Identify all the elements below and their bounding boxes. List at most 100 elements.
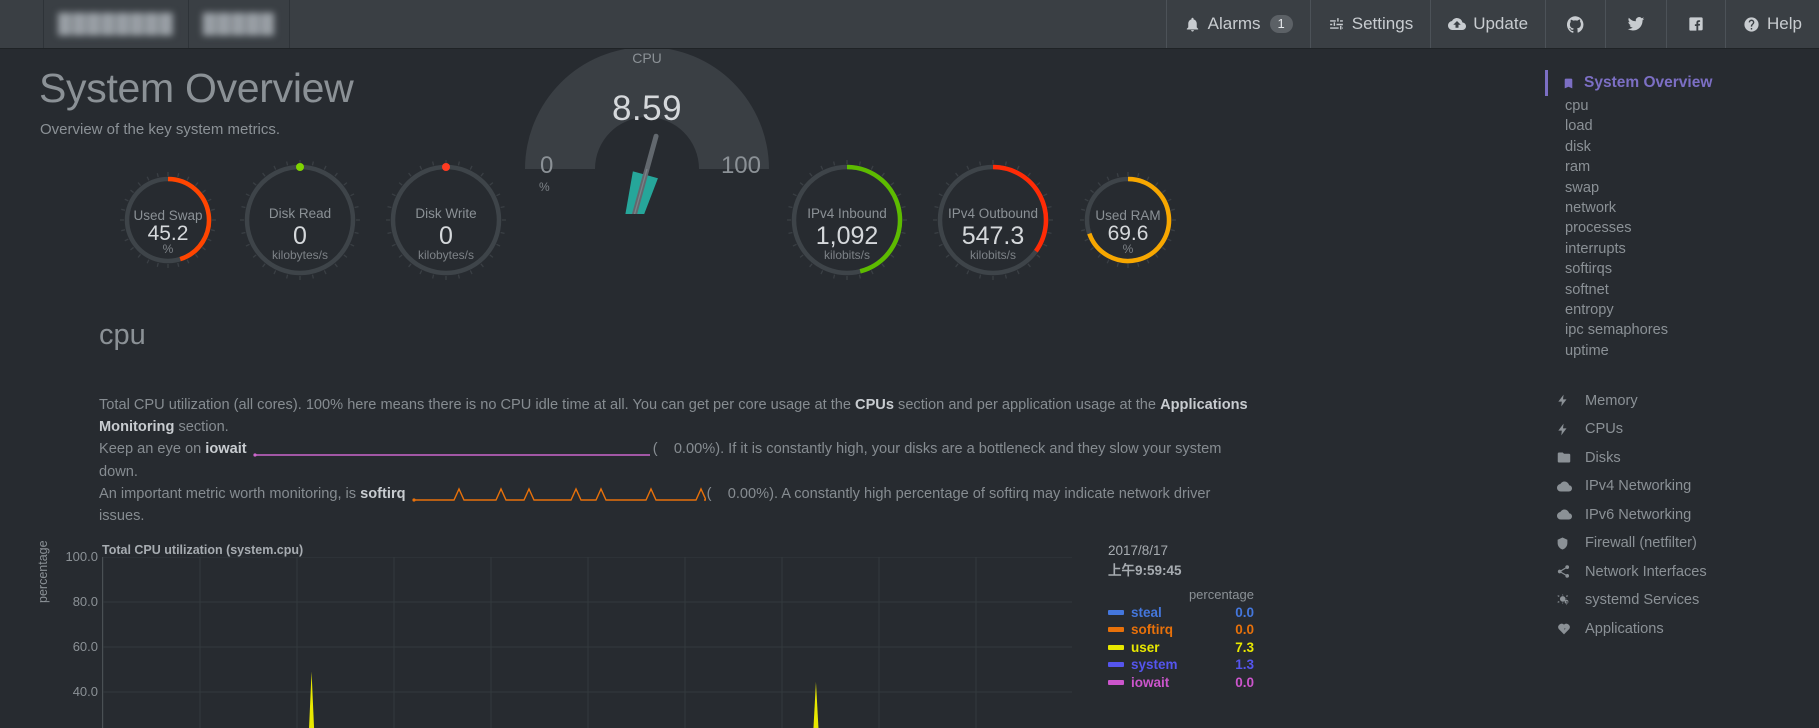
cpu-heading: cpu	[99, 319, 146, 351]
legend-row[interactable]: user 7.3	[1108, 640, 1254, 655]
legend-row[interactable]: iowait 0.0	[1108, 675, 1254, 690]
alarms-count-badge: 1	[1269, 14, 1293, 34]
cpu-gauge-min: 0	[540, 152, 554, 179]
legend-row[interactable]: system 1.3	[1108, 657, 1254, 672]
cpus-link[interactable]: CPUs	[855, 397, 894, 413]
legend-date: 2017/8/17	[1108, 543, 1169, 558]
gauge-ipv4-inbound[interactable]: IPv4 Inbound 1,092 kilobits/s	[787, 160, 907, 280]
sidebar-item-swap[interactable]: swap	[1565, 178, 1819, 198]
nav-secondary-redacted[interactable]: █████	[189, 0, 291, 48]
gauge-label: IPv4 Inbound	[807, 205, 887, 221]
nav-alarms-button[interactable]: Alarms 1	[1165, 0, 1310, 48]
right-sidebar: System Overview cpu load disk ram swap networ…	[1520, 49, 1819, 728]
sidebar-item-applications[interactable]: Applications	[1556, 614, 1819, 643]
bolt-icon	[1556, 422, 1574, 437]
nav-update-label: Update	[1473, 14, 1529, 33]
iowait-value: 0.00%	[673, 441, 716, 458]
cpu-description: Total CPU utilization (all cores). 100% …	[99, 394, 1263, 527]
shield-icon	[1556, 536, 1574, 551]
sidebar-item-disk[interactable]: disk	[1565, 137, 1819, 157]
cloud-icon	[1556, 479, 1574, 494]
nav-help-label: Help	[1767, 14, 1802, 33]
sidebar-item-ipc-semaphores[interactable]: ipc semaphores	[1565, 320, 1819, 340]
top-navigation-bar: ████████ █████ Alarms 1 Settings Update	[0, 0, 1819, 49]
legend-row[interactable]: softirq 0.0	[1108, 622, 1254, 637]
chart-y-tick: 40.0	[72, 684, 98, 699]
page-subtitle: Overview of the key system metrics.	[40, 121, 281, 138]
gauge-used-swap[interactable]: Used Swap 45.2%	[120, 172, 216, 268]
gauge-status-dot	[442, 163, 450, 171]
chart-y-ticks: 100.0 80.0 60.0 40.0	[13, 543, 98, 728]
nav-alarms-label: Alarms	[1207, 14, 1261, 33]
sidebar-item-cpus[interactable]: CPUs	[1556, 415, 1819, 444]
nav-hostname-redacted[interactable]: ████████	[43, 0, 189, 48]
nav-help-button[interactable]: Help	[1725, 0, 1819, 48]
nav-settings-button[interactable]: Settings	[1309, 0, 1430, 48]
legend-unit-header: percentage	[1188, 587, 1254, 602]
bell-icon	[1184, 16, 1201, 33]
legend-series-name: iowait	[1131, 674, 1170, 690]
softirq-desc-part2: ). A constantly high percentage of softi…	[769, 485, 1211, 502]
sidebar-section-label: Disks	[1585, 449, 1621, 466]
sidebar-section-label: IPv6 Networking	[1585, 506, 1692, 523]
cloud-download-icon	[1448, 15, 1467, 33]
cpu-chart[interactable]: Total CPU utilization (system.cpu) perce…	[0, 540, 1520, 728]
nav-right-group: Alarms 1 Settings Update Help	[1165, 0, 1819, 48]
gauge-unit: kilobytes/s	[417, 247, 475, 262]
iowait-desc-part1: Keep an eye on	[99, 441, 206, 458]
legend-series-value: 0.0	[1235, 674, 1254, 690]
sidebar-sections: Memory CPUs Disks IPv4 Networking IPv6 Netwo…	[1520, 386, 1819, 643]
sidebar-item-processes[interactable]: processes	[1565, 218, 1819, 238]
gauge-disk-read[interactable]: Disk Read 0 kilobytes/s	[240, 160, 360, 280]
nav-github-link[interactable]	[1545, 0, 1605, 48]
legend-row[interactable]: steal 0.0	[1108, 605, 1254, 620]
sidebar-item-disks[interactable]: Disks	[1556, 443, 1819, 472]
nav-facebook-link[interactable]	[1666, 0, 1725, 48]
sidebar-item-ipv4-networking[interactable]: IPv4 Networking	[1556, 472, 1819, 501]
cpu-desc-part1: Total CPU utilization (all cores). 100% …	[99, 397, 856, 413]
sidebar-item-load[interactable]: load	[1565, 116, 1819, 136]
sidebar-section-label: systemd Services	[1585, 592, 1700, 609]
sidebar-item-system-overview[interactable]: System Overview	[1545, 70, 1819, 96]
sidebar-section-label: Firewall (netfilter)	[1585, 535, 1697, 552]
sidebar-item-network[interactable]: network	[1565, 198, 1819, 218]
sidebar-item-memory[interactable]: Memory	[1556, 386, 1819, 415]
sidebar-item-ipv6-networking[interactable]: IPv6 Networking	[1556, 500, 1819, 529]
sidebar-item-softirqs[interactable]: softirqs	[1565, 259, 1819, 279]
sidebar-item-firewall-netfilter[interactable]: Firewall (netfilter)	[1556, 529, 1819, 558]
sidebar-item-network-interfaces[interactable]: Network Interfaces	[1556, 557, 1819, 586]
sliders-icon	[1328, 16, 1345, 33]
sidebar-item-uptime[interactable]: uptime	[1565, 341, 1819, 361]
bookmark-icon	[1562, 76, 1575, 91]
sidebar-item-cpu[interactable]: cpu	[1565, 96, 1819, 116]
cpu-desc-part4: issues.	[99, 508, 145, 525]
cpu-gauge[interactable]: CPU 8.59 0 100 %	[512, 47, 782, 326]
gauge-disk-write[interactable]: Disk Write 0 kilobytes/s	[386, 160, 506, 280]
sidebar-item-entropy[interactable]: entropy	[1565, 300, 1819, 320]
legend-color-swatch	[1108, 609, 1124, 615]
chart-y-tick: 100.0	[65, 549, 98, 564]
sidebar-item-softnet[interactable]: softnet	[1565, 280, 1819, 300]
sidebar-item-interrupts[interactable]: interrupts	[1565, 239, 1819, 259]
gauge-ipv4-outbound[interactable]: IPv4 Outbound 547.3 kilobits/s	[933, 160, 1053, 280]
nav-twitter-link[interactable]	[1605, 0, 1666, 48]
nav-update-button[interactable]: Update	[1430, 0, 1545, 48]
sidebar-item-systemd-services[interactable]: systemd Services	[1556, 586, 1819, 615]
twitter-icon	[1627, 15, 1645, 33]
sidebar-section-label: CPUs	[1585, 421, 1624, 438]
sidebar-item-ram[interactable]: ram	[1565, 157, 1819, 177]
nav-settings-label: Settings	[1351, 14, 1414, 33]
sidebar-active-label: System Overview	[1584, 74, 1713, 91]
question-circle-icon	[1743, 16, 1760, 33]
cpu-gauge-unit: %	[539, 180, 550, 194]
chart-plot-area[interactable]	[102, 557, 1072, 728]
gauge-label: Disk Write	[415, 205, 477, 221]
legend-series-name: user	[1131, 639, 1160, 655]
gauge-status-dot	[296, 163, 304, 171]
chart-title: Total CPU utilization (system.cpu)	[102, 543, 304, 557]
cpu-gauge-dial	[525, 47, 769, 326]
gauge-used-ram[interactable]: Used RAM 69.6%	[1080, 172, 1176, 268]
legend-color-swatch	[1108, 627, 1124, 632]
legend-series-name: steal	[1131, 604, 1162, 620]
bolt-icon	[1556, 393, 1574, 408]
